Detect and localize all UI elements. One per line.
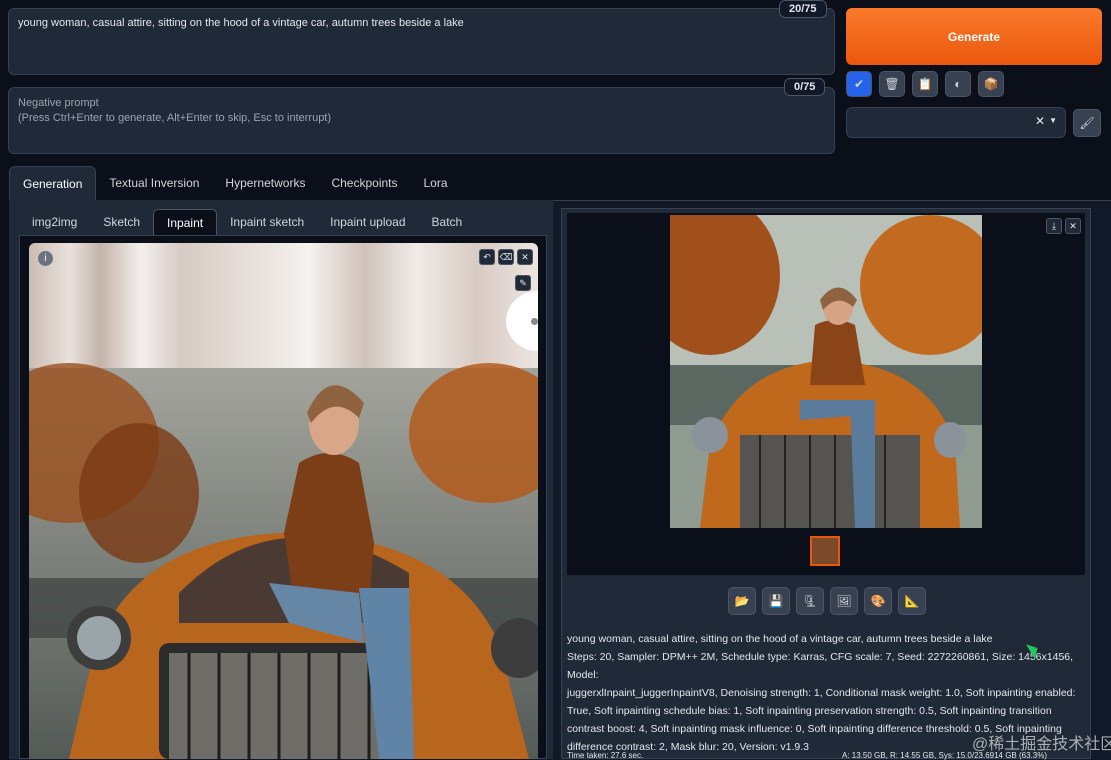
style-icon[interactable]: ◐ bbox=[945, 71, 971, 97]
info-icon[interactable]: i bbox=[38, 251, 53, 266]
negative-prompt-placeholder: Negative prompt bbox=[18, 97, 99, 109]
chevron-down-icon[interactable]: ▼ bbox=[1049, 116, 1057, 125]
eraser-icon[interactable]: ⌫ bbox=[498, 249, 514, 265]
prompt-token-counter: 20/75 bbox=[779, 0, 827, 18]
image-icon[interactable]: 🖼 bbox=[830, 587, 858, 615]
output-image[interactable] bbox=[670, 215, 982, 528]
inpaint-canvas[interactable]: i ↶ ⌫ ✕ ✎ bbox=[29, 243, 538, 759]
tab-lora[interactable]: Lora bbox=[411, 166, 461, 200]
folder-icon[interactable]: 📂 bbox=[728, 587, 756, 615]
close-icon[interactable]: ✕ bbox=[1065, 218, 1081, 234]
watermark: @稀土掘金技术社区 bbox=[972, 736, 1111, 753]
prompt-text: young woman, casual attire, sitting on t… bbox=[18, 17, 464, 29]
info-params-3: True, Soft inpainting schedule bias: 1, … bbox=[567, 705, 1052, 717]
info-params-2: juggerxlInpaint_juggerInpaintV8, Denoisi… bbox=[567, 687, 1076, 699]
subtab-inpaint-upload[interactable]: Inpaint upload bbox=[317, 209, 418, 235]
subtab-sketch[interactable]: Sketch bbox=[90, 209, 153, 235]
main-tabs: Generation Textual Inversion Hypernetwor… bbox=[9, 166, 461, 201]
brush-icon[interactable]: ✎ bbox=[515, 275, 531, 291]
tab-generation[interactable]: Generation bbox=[9, 166, 97, 201]
output-photo bbox=[670, 215, 982, 528]
subtab-batch[interactable]: Batch bbox=[419, 209, 476, 235]
checkbox-icon[interactable]: ✔ bbox=[846, 71, 872, 97]
undo-icon[interactable]: ↶ bbox=[479, 249, 495, 265]
tab-hypernetworks[interactable]: Hypernetworks bbox=[212, 166, 318, 200]
trash-icon[interactable]: 🗑 bbox=[879, 71, 905, 97]
subtab-img2img[interactable]: img2img bbox=[19, 209, 90, 235]
negative-prompt-hint: (Press Ctrl+Enter to generate, Alt+Enter… bbox=[18, 112, 332, 124]
info-params-1: Steps: 20, Sampler: DPM++ 2M, Schedule t… bbox=[567, 651, 1074, 681]
output-actions: 📂 💾 🗜 🖼 🎨 📐 bbox=[728, 587, 926, 615]
prompt-textarea[interactable]: young woman, casual attire, sitting on t… bbox=[8, 8, 835, 75]
subtab-inpaint[interactable]: Inpaint bbox=[153, 209, 218, 236]
save-icon[interactable]: 💾 bbox=[762, 587, 790, 615]
gallery-toolbar: ⤓ ✕ bbox=[1046, 218, 1081, 234]
negative-prompt-textarea[interactable]: Negative prompt (Press Ctrl+Enter to gen… bbox=[8, 87, 835, 154]
generate-button[interactable]: Generate bbox=[846, 8, 1102, 65]
tool-button-row: ✔ 🗑 📋 ◐ 📦 bbox=[846, 71, 1004, 97]
subtab-inpaint-sketch[interactable]: Inpaint sketch bbox=[217, 209, 317, 235]
info-prompt: young woman, casual attire, sitting on t… bbox=[567, 633, 993, 645]
paintbrush-icon[interactable]: 🖌 bbox=[1073, 109, 1101, 137]
package-icon[interactable]: 📦 bbox=[978, 71, 1004, 97]
ruler-icon[interactable]: 📐 bbox=[898, 587, 926, 615]
tab-textual-inversion[interactable]: Textual Inversion bbox=[96, 166, 212, 200]
negative-token-counter: 0/75 bbox=[784, 78, 826, 96]
zip-icon[interactable]: 🗜 bbox=[796, 587, 824, 615]
canvas-toolbar: ↶ ⌫ ✕ bbox=[479, 249, 533, 265]
palette-icon[interactable]: 🎨 bbox=[864, 587, 892, 615]
gallery-thumbnail[interactable] bbox=[810, 536, 840, 566]
clipboard-icon[interactable]: 📋 bbox=[912, 71, 938, 97]
close-icon[interactable]: ✕ bbox=[517, 249, 533, 265]
brush-size-handle[interactable] bbox=[531, 318, 538, 325]
clear-icon[interactable]: ✕ bbox=[1035, 114, 1045, 128]
download-icon[interactable]: ⤓ bbox=[1046, 218, 1062, 234]
inpaint-image bbox=[29, 243, 538, 759]
styles-dropdown[interactable]: ✕ ▼ bbox=[846, 107, 1066, 138]
img2img-subtabs: img2img Sketch Inpaint Inpaint sketch In… bbox=[19, 209, 475, 236]
tab-checkpoints[interactable]: Checkpoints bbox=[318, 166, 410, 200]
